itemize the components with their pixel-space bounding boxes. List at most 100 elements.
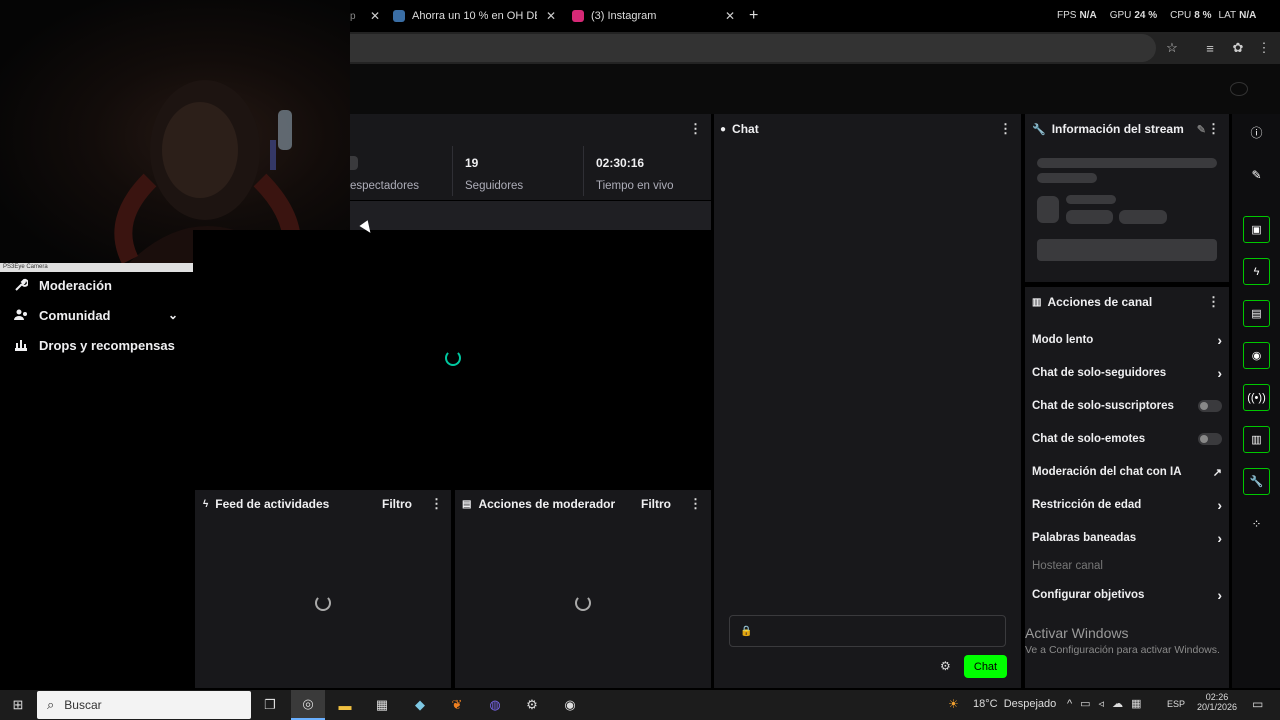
tab-title: (3) Instagram	[591, 10, 657, 22]
lat-value: N/A	[1239, 10, 1257, 21]
url-field[interactable]	[350, 34, 1156, 62]
emotes-only-toggle[interactable]	[1198, 433, 1222, 445]
action-label: Chat de solo-emotes	[1032, 433, 1146, 445]
language-indicator[interactable]: ESP	[1167, 699, 1185, 709]
mod-actions-panel	[455, 490, 711, 688]
nav-moderation[interactable]: Moderación	[0, 270, 192, 300]
chat-title: Chat	[732, 122, 759, 136]
mod-filter-button[interactable]: Filtro	[641, 497, 671, 511]
windows-start-icon[interactable]: ⊞	[1, 690, 35, 720]
file-explorer-icon[interactable]: ▬	[328, 690, 362, 720]
app-icon[interactable]: ▦	[365, 690, 399, 720]
dashboard-icon[interactable]: ▥	[1243, 426, 1270, 453]
chat-send-button[interactable]: Chat	[964, 655, 1007, 678]
focus-icon[interactable]: ▣	[1243, 216, 1270, 243]
activate-windows-subtitle: Ve a Configuración para activar Windows.	[1025, 644, 1220, 656]
chevron-right-icon: ›	[1217, 587, 1222, 603]
pencil-icon[interactable]: ✎	[1243, 161, 1270, 188]
nav-community[interactable]: Comunidad ⌄	[0, 300, 192, 330]
panel-icon: ▥	[1032, 296, 1042, 308]
mod-actions-title: Acciones de moderador	[478, 497, 616, 511]
community-icon	[14, 309, 27, 320]
steam-icon[interactable]: ⚙	[515, 690, 549, 720]
action-banned-words[interactable]: Palabras baneadas ›	[1032, 528, 1222, 548]
drops-icon	[15, 340, 27, 351]
extension-icon[interactable]: ✿	[1226, 32, 1250, 64]
broadcast-icon[interactable]: ((•))	[1243, 384, 1270, 411]
action-label: Palabras baneadas	[1032, 532, 1137, 544]
menu-icon[interactable]: ⋮	[1252, 32, 1276, 64]
uptime-value: 02:30:16	[596, 156, 645, 170]
mod-more-icon[interactable]: ⋮	[689, 496, 702, 512]
playlist-icon[interactable]: ≡	[1198, 32, 1222, 64]
chrome-icon[interactable]: ◎	[291, 690, 325, 720]
close-tab-icon[interactable]: ✕	[725, 9, 735, 23]
action-ai-moderation[interactable]: Moderación del chat con IA ↗	[1032, 462, 1222, 482]
close-tab-icon[interactable]: ✕	[370, 9, 380, 23]
weather-text[interactable]: 18°C Despejado	[973, 698, 1056, 710]
action-label: Chat de solo-suscriptores	[1032, 400, 1174, 412]
followers-label: Seguidores	[465, 180, 524, 192]
skeleton-line	[1066, 195, 1116, 204]
add-panel-icon[interactable]: ⁘	[1243, 510, 1270, 537]
search-icon: ⌕	[47, 697, 55, 712]
chevron-right-icon: ›	[1217, 365, 1222, 381]
chat-more-icon[interactable]: ⋮	[999, 121, 1012, 137]
stream-info-more-icon[interactable]: ⋮	[1207, 121, 1220, 137]
task-view-icon[interactable]: ❐	[253, 690, 287, 720]
action-age-restriction[interactable]: Restricción de edad ›	[1032, 495, 1222, 515]
new-tab-button[interactable]: +	[749, 0, 763, 32]
fl-studio-icon[interactable]: ❦	[440, 690, 474, 720]
obs-icon[interactable]: ◉	[553, 690, 587, 720]
stats-more-icon[interactable]: ⋮	[689, 121, 702, 137]
tab-partial-text: p	[350, 10, 356, 22]
chat-input[interactable]: 🔒	[729, 615, 1006, 647]
steam-tab-icon	[393, 10, 405, 22]
log-icon: ▤	[462, 498, 472, 510]
chat-header: ● Chat ⋮	[720, 121, 1012, 137]
video-loading-spinner	[445, 350, 461, 366]
wrench-icon[interactable]: 🔧	[1243, 468, 1270, 495]
skeleton-button	[1037, 239, 1217, 261]
uptime-label: Tiempo en vivo	[596, 180, 674, 192]
stream-info-title: Información del stream	[1051, 122, 1184, 136]
channel-actions-more-icon[interactable]: ⋮	[1207, 294, 1220, 310]
mod-loading-spinner	[575, 595, 591, 611]
system-tray-icons[interactable]: ^▭◃☁▦	[1067, 697, 1149, 710]
activity-more-icon[interactable]: ⋮	[430, 496, 443, 512]
clock[interactable]: 02:26 20/1/2026	[1192, 692, 1242, 712]
lightning-icon[interactable]: ϟ	[1243, 258, 1270, 285]
skeleton-thumb	[1037, 196, 1059, 223]
info-icon[interactable]: ⓘ	[1243, 119, 1270, 146]
nav-drops[interactable]: Drops y recompensas	[0, 330, 192, 360]
lightning-icon: ϟ	[203, 498, 209, 510]
tab-instagram[interactable]: (3) Instagram ✕	[572, 0, 735, 32]
taskbar-search[interactable]: ⌕ Buscar	[37, 691, 251, 719]
notifications-icon[interactable]: ▭	[1252, 697, 1263, 711]
tab-partial[interactable]: p ✕	[350, 0, 380, 32]
dashboard-header	[350, 64, 1280, 114]
action-slow-mode[interactable]: Modo lento ›	[1032, 330, 1222, 350]
stream-info-header: 🔧 Información del stream ✎ ⋮	[1032, 121, 1220, 137]
subs-only-toggle[interactable]	[1198, 400, 1222, 412]
action-configure-goals[interactable]: Configurar objetivos ›	[1032, 585, 1222, 605]
close-tab-icon[interactable]: ✕	[546, 9, 556, 23]
chat-settings-icon[interactable]: ⚙	[940, 659, 951, 673]
discord-icon[interactable]: ◍	[478, 690, 512, 720]
clock-date: 20/1/2026	[1196, 702, 1238, 712]
tab-steam[interactable]: Ahorra un 10 % en OH DEMON ✕	[393, 0, 556, 32]
edit-icon[interactable]: ✎	[1197, 123, 1206, 136]
avatar[interactable]	[1230, 82, 1248, 96]
activity-loading-spinner	[315, 595, 331, 611]
performance-overlay: FPS N/A GPU 24 % CPU 8 % LAT N/A	[1057, 10, 1256, 24]
chevron-down-icon: ⌄	[167, 308, 178, 322]
app-icon[interactable]: ◆	[403, 690, 437, 720]
cpu-label: CPU	[1170, 10, 1192, 21]
action-followers-only[interactable]: Chat de solo-seguidores ›	[1032, 363, 1222, 383]
action-label: Moderación del chat con IA	[1032, 466, 1182, 478]
fps-label: FPS	[1057, 10, 1077, 21]
activity-filter-button[interactable]: Filtro	[382, 497, 412, 511]
chat-bubble-icon[interactable]: ◉	[1243, 342, 1270, 369]
document-icon[interactable]: ▤	[1243, 300, 1270, 327]
star-icon[interactable]: ☆	[1160, 32, 1184, 64]
